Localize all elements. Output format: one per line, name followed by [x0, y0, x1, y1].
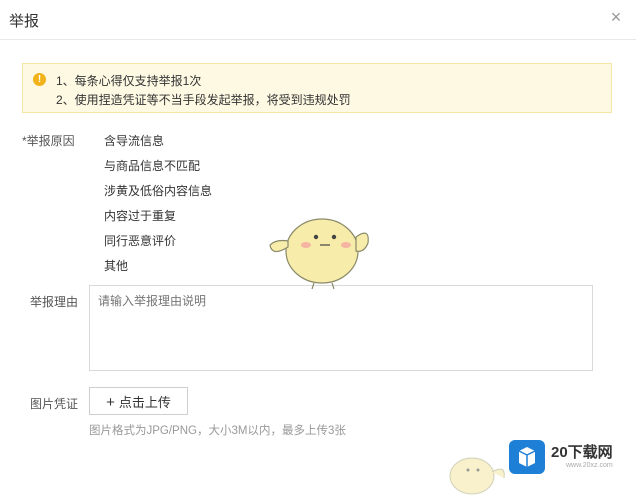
reason-option-6[interactable]: 其他: [104, 257, 128, 274]
notice-line-2: 2、使用捏造凭证等不当手段发起举报，将受到违规处罚: [56, 93, 351, 107]
upload-button[interactable]: + 点击上传: [89, 387, 188, 415]
download-site-logo-icon: [509, 440, 545, 474]
reason-option-1[interactable]: 含导流信息: [104, 132, 164, 149]
proof-label: 图片凭证: [30, 397, 79, 411]
reason-label: *举报原因: [22, 134, 75, 148]
close-button[interactable]: ×: [608, 8, 624, 26]
notice-box: ! 1、每条心得仅支持举报1次 2、使用捏造凭证等不当手段发起举报，将受到违规处…: [22, 63, 612, 113]
reason-option-5[interactable]: 同行恶意评价: [104, 232, 176, 249]
watermark-url: www.20xz.com: [566, 462, 613, 469]
explain-textarea[interactable]: [89, 285, 593, 371]
reason-option-4[interactable]: 内容过于重复: [104, 207, 176, 224]
upload-button-label: 点击上传: [118, 394, 171, 410]
upload-hint: 图片格式为JPG/PNG，大小3M以内，最多上传3张: [89, 425, 346, 437]
explain-label: 举报理由: [30, 295, 79, 309]
notice-line-1: 1、每条心得仅支持举报1次: [56, 74, 202, 88]
reason-option-2[interactable]: 与商品信息不匹配: [104, 157, 200, 174]
chick-mascot-image: [269, 218, 369, 290]
box-icon: [518, 447, 536, 467]
plus-icon: +: [106, 393, 115, 411]
chick-watermark-image: [449, 457, 505, 495]
warning-icon: !: [33, 73, 46, 86]
dialog-header: 举报 ×: [0, 0, 636, 40]
watermark-brand: 20下载网: [551, 444, 613, 461]
reason-option-3[interactable]: 涉黄及低俗内容信息: [104, 182, 212, 199]
dialog-title: 举报: [9, 13, 40, 30]
